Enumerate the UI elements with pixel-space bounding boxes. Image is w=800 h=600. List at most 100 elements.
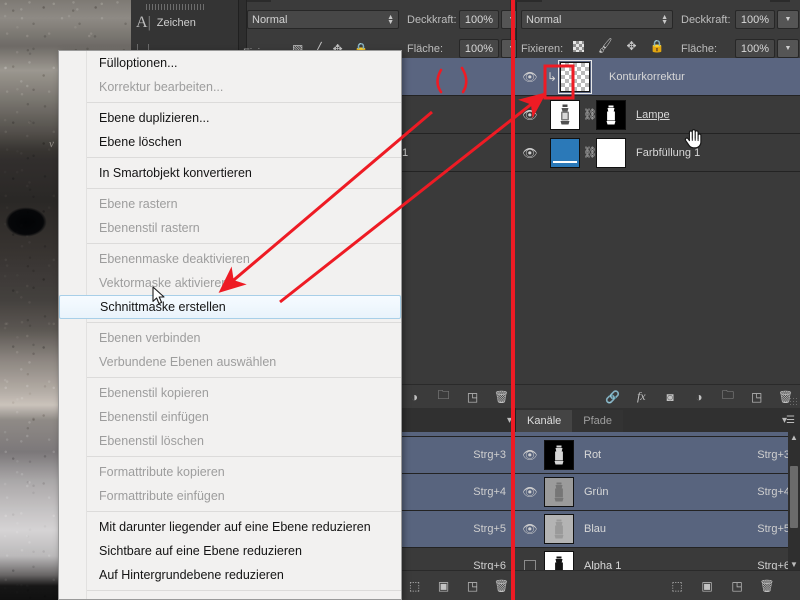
channel-shortcut: Strg+3	[757, 449, 790, 461]
lock-pixels-brush-icon[interactable]: 🖌	[596, 37, 615, 55]
channels-panel-left-fragment: Strg+3 Strg+4 Strg+5 Strg+6	[400, 432, 516, 570]
panel-menu-icon[interactable]: ▾☰	[782, 415, 795, 426]
add-mask-icon[interactable]: ◙	[656, 390, 685, 404]
save-selection-icon[interactable]: ▣	[692, 579, 722, 593]
channel-thumbnail[interactable]	[544, 477, 574, 507]
panel-menu-icon[interactable]: ▾	[507, 415, 512, 426]
eye-icon[interactable]: 👁	[516, 485, 544, 499]
new-layer-icon[interactable]: ◳	[742, 390, 771, 404]
menu-item-schnittmaske-erstellen[interactable]: Schnittmaske erstellen	[59, 295, 401, 319]
adjustment-layer-icon[interactable]: ◑	[685, 390, 714, 404]
layer-context-menu[interactable]: Fülloptionen... Korrektur bearbeiten... …	[58, 50, 402, 600]
new-channel-icon[interactable]: ◳	[458, 579, 487, 593]
fx-icon[interactable]: fx	[627, 389, 656, 404]
tab-pfade[interactable]: Pfade	[572, 410, 624, 432]
new-group-icon[interactable]: 🗀	[429, 386, 458, 407]
scroll-up-arrow-icon[interactable]: ▲	[788, 432, 800, 443]
channel-row-fragment-alpha[interactable]: Strg+6	[400, 548, 516, 570]
channel-shortcut: Strg+5	[473, 523, 506, 535]
delete-channel-icon[interactable]: 🗑	[752, 579, 782, 593]
new-channel-icon[interactable]: ◳	[722, 579, 752, 593]
blend-mode-dropdown-left[interactable]: Normal ▲ ▼	[247, 10, 399, 29]
channels-scrollbar-track[interactable]: ▲ ▼	[788, 432, 800, 570]
new-group-icon[interactable]: 🗀	[713, 386, 742, 407]
lock-transparency-icon[interactable]	[573, 40, 584, 52]
channels-scrollbar-thumb[interactable]	[790, 466, 798, 528]
opacity-input-right[interactable]: 100%	[735, 10, 775, 29]
menu-item-fuelloptionen[interactable]: Fülloptionen...	[87, 51, 401, 75]
eye-icon[interactable]: 👁	[516, 108, 544, 122]
new-layer-icon[interactable]: ◳	[458, 390, 487, 404]
save-selection-icon[interactable]: ▣	[429, 579, 458, 593]
lock-icons-right[interactable]: 🖌 ✥ 🔒	[573, 37, 665, 55]
delete-channel-icon[interactable]: 🗑	[487, 579, 516, 593]
menu-item-in-smartobjekt-konvertieren[interactable]: In Smartobjekt konvertieren	[87, 161, 401, 185]
fill-input-left[interactable]: 100%	[459, 39, 499, 58]
eye-icon[interactable]: 👁	[516, 70, 544, 84]
hand-cursor	[684, 129, 702, 149]
layer-row-fragment-1[interactable]	[400, 58, 516, 96]
lock-position-icon[interactable]: ✥	[627, 39, 637, 53]
blend-mode-dropdown-right[interactable]: Normal ▲ ▼	[521, 10, 673, 29]
layer-mask-thumbnail[interactable]	[596, 137, 626, 168]
channel-row-fragment-gruen[interactable]: Strg+4	[400, 474, 516, 511]
fill-stepper-right[interactable]: ▼	[777, 39, 799, 58]
load-selection-icon[interactable]: ⬚	[662, 579, 692, 593]
visibility-checkbox[interactable]	[524, 560, 536, 570]
menu-item-keine-farbe[interactable]: Keine Farbe	[87, 594, 401, 599]
opacity-stepper-right[interactable]: ▼	[777, 10, 799, 29]
delete-layer-icon[interactable]: 🗑	[487, 390, 516, 404]
tab-zeichen[interactable]: A| Zeichen	[136, 14, 196, 32]
eye-icon-empty[interactable]	[516, 560, 544, 570]
tab-kanaele[interactable]: Kanäle	[516, 410, 573, 432]
dock-notch-left	[247, 0, 271, 2]
panel-drag-grip[interactable]	[146, 4, 206, 10]
layer-row-konturkorrektur[interactable]: 👁 ↳ Konturkorrektur	[516, 58, 800, 96]
fill-input-right[interactable]: 100%	[735, 39, 775, 58]
menu-item-ebenenstil-loeschen: Ebenenstil löschen	[99, 434, 204, 448]
scroll-down-arrow-icon[interactable]: ▼	[788, 559, 800, 570]
menu-item-auf-hintergrundebene-reduzieren[interactable]: Auf Hintergrundebene reduzieren	[87, 563, 401, 587]
menu-item-vektormaske-aktivieren: Vektormaske aktivieren	[99, 276, 229, 290]
channel-thumbnail[interactable]	[544, 551, 574, 570]
load-selection-icon[interactable]: ⬚	[400, 579, 429, 593]
channel-row-fragment-rot[interactable]: Strg+3	[400, 437, 516, 474]
menu-separator	[87, 322, 401, 323]
menu-item-ebene-loeschen[interactable]: Ebene löschen	[87, 130, 401, 154]
channel-thumbnail[interactable]	[544, 440, 574, 470]
adjustment-layer-icon[interactable]: ◑	[400, 390, 429, 404]
lamp-mask-glyph-icon	[606, 105, 616, 124]
channel-row-alpha-1[interactable]: Alpha 1 Strg+6	[516, 548, 800, 570]
layer-mask-link-icon[interactable]: ⛓	[583, 146, 597, 159]
menu-item-ebene-duplizieren[interactable]: Ebene duplizieren...	[87, 106, 401, 130]
layer-mask-link-icon[interactable]: ⛓	[583, 108, 597, 121]
character-A-icon: A|	[136, 14, 151, 31]
layer-thumbnail[interactable]	[550, 137, 580, 168]
eye-icon[interactable]: 👁	[516, 522, 544, 536]
panel-resize-grip[interactable]	[789, 397, 798, 406]
eye-icon[interactable]: 👁	[516, 146, 544, 160]
channel-thumbnail[interactable]	[544, 514, 574, 544]
eye-icon[interactable]: 👁	[516, 448, 544, 462]
channel-row-fragment-blau[interactable]: Strg+5	[400, 511, 516, 548]
layer-thumbnail[interactable]	[558, 59, 592, 94]
channel-row-rot[interactable]: 👁 Rot Strg+3	[516, 437, 800, 474]
layer-thumbnail[interactable]	[550, 99, 580, 130]
blend-mode-value-left: Normal	[252, 13, 288, 26]
channel-row-gruen[interactable]: 👁 Grün Strg+4	[516, 474, 800, 511]
dock-notch-right-2	[770, 0, 790, 2]
layer-row-farbfuellung-1[interactable]: 👁 ⛓ Farbfüllung 1	[516, 134, 800, 172]
opacity-input-left[interactable]: 100%	[459, 10, 499, 29]
channel-row-blau[interactable]: 👁 Blau Strg+5	[516, 511, 800, 548]
layer-row-fragment-3[interactable]: 1	[400, 134, 516, 172]
lock-all-icon[interactable]: 🔒	[650, 39, 665, 53]
menu-item-mit-darunter-liegender-reduzieren[interactable]: Mit darunter liegender auf eine Ebene re…	[87, 515, 401, 539]
layer-mask-thumbnail[interactable]	[596, 99, 626, 130]
channels-panel-footer: ⬚ ▣ ◳ 🗑	[516, 570, 800, 600]
menu-item-sichtbare-reduzieren[interactable]: Sichtbare auf eine Ebene reduzieren	[87, 539, 401, 563]
layer-row-lampe[interactable]: 👁 ⛓ Lampe	[516, 96, 800, 134]
lamp-channel-glyph-icon	[554, 519, 564, 539]
channel-name: Alpha 1	[584, 560, 622, 570]
layer-row-fragment-2[interactable]	[400, 96, 516, 134]
link-layers-icon[interactable]: 🔗	[598, 390, 627, 404]
